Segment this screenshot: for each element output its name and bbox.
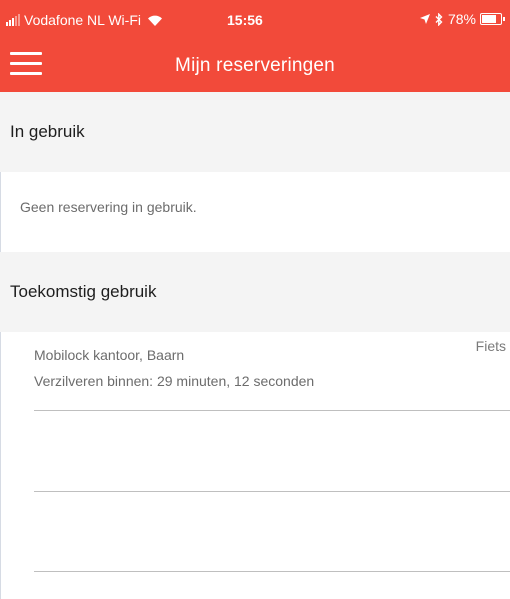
status-bar: Vodafone NL Wi-Fi 15:56 78% bbox=[0, 0, 510, 38]
status-bar-right: 78% bbox=[419, 11, 505, 27]
list-divider bbox=[34, 491, 510, 492]
reservation-redeem-timer: Verzilveren binnen: 29 minuten, 12 secon… bbox=[34, 373, 315, 389]
section-title-future-use: Toekomstig gebruik bbox=[10, 282, 157, 301]
list-divider bbox=[34, 571, 510, 572]
section-header-in-use: In gebruik bbox=[0, 92, 510, 172]
carrier-name: Vodafone NL Wi-Fi bbox=[24, 12, 141, 28]
empty-in-use-message: Geen reservering in gebruik. bbox=[20, 199, 197, 215]
list-divider bbox=[34, 410, 510, 411]
battery-percent: 78% bbox=[447, 11, 476, 27]
app-header: Mijn reserveringen bbox=[0, 38, 510, 92]
status-time: 15:56 bbox=[227, 12, 263, 28]
bluetooth-icon bbox=[435, 12, 443, 26]
signal-icon bbox=[6, 14, 21, 26]
section-title-in-use: In gebruik bbox=[10, 122, 85, 141]
reservation-type: Fiets bbox=[475, 338, 506, 354]
location-arrow-icon bbox=[419, 14, 430, 24]
reservation-item[interactable]: Mobilock kantoor, Baarn Fiets Verzilvere… bbox=[0, 332, 510, 411]
reservation-location: Mobilock kantoor, Baarn bbox=[34, 347, 185, 363]
wifi-icon bbox=[147, 15, 162, 26]
battery-icon bbox=[480, 13, 505, 25]
section-header-future-use: Toekomstig gebruik bbox=[0, 252, 510, 332]
status-bar-left: Vodafone NL Wi-Fi bbox=[6, 12, 163, 28]
page-title: Mijn reserveringen bbox=[175, 55, 335, 76]
